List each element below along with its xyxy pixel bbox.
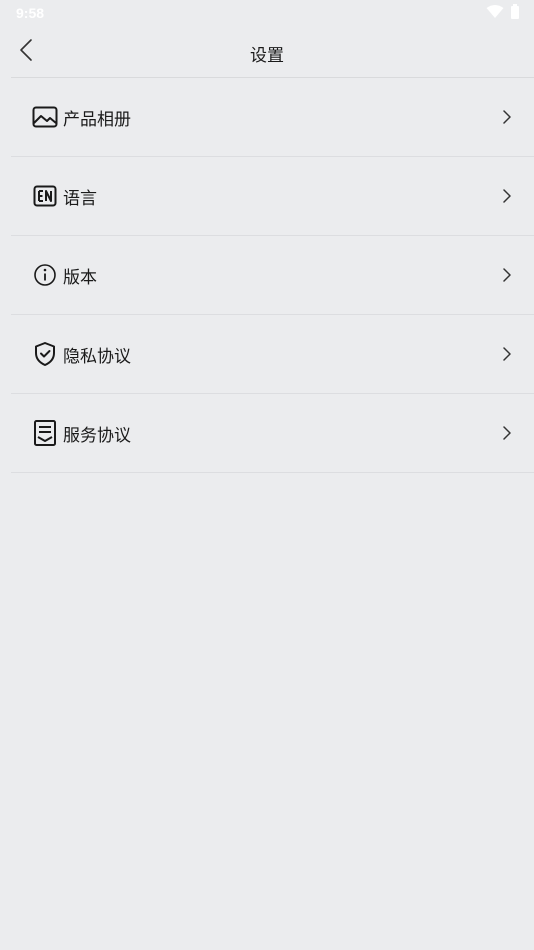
settings-item-label: 隐私协议 (63, 346, 131, 367)
status-time: 9:58 (16, 5, 45, 21)
chevron-right-icon (500, 424, 514, 442)
info-icon (32, 262, 58, 288)
settings-item-label: 版本 (63, 267, 97, 288)
chevron-right-icon (500, 187, 514, 205)
settings-item-privacy-policy[interactable]: 隐私协议 (11, 315, 534, 394)
chevron-right-icon (500, 266, 514, 284)
status-icons (486, 4, 520, 20)
shield-check-icon (32, 341, 58, 367)
chevron-right-icon (500, 345, 514, 363)
en-language-icon (32, 183, 58, 209)
nav-bar: 设置 (0, 28, 534, 76)
page-title: 设置 (250, 46, 284, 66)
settings-item-version[interactable]: 版本 (11, 236, 534, 315)
status-bar: 9:58 (0, 0, 534, 28)
chevron-right-icon (500, 108, 514, 126)
battery-icon (510, 4, 520, 20)
settings-item-language[interactable]: 语言 (11, 157, 534, 236)
image-icon (32, 104, 58, 130)
settings-item-label: 产品相册 (63, 109, 131, 130)
wifi-icon (486, 5, 504, 19)
settings-item-product-album[interactable]: 产品相册 (11, 78, 534, 157)
settings-item-service-agreement[interactable]: 服务协议 (11, 394, 534, 473)
document-icon (32, 420, 58, 446)
settings-list: 产品相册 语言 版本 隐私协议 服务协议 (11, 78, 534, 473)
settings-item-label: 服务协议 (63, 425, 131, 446)
settings-item-label: 语言 (63, 188, 97, 209)
